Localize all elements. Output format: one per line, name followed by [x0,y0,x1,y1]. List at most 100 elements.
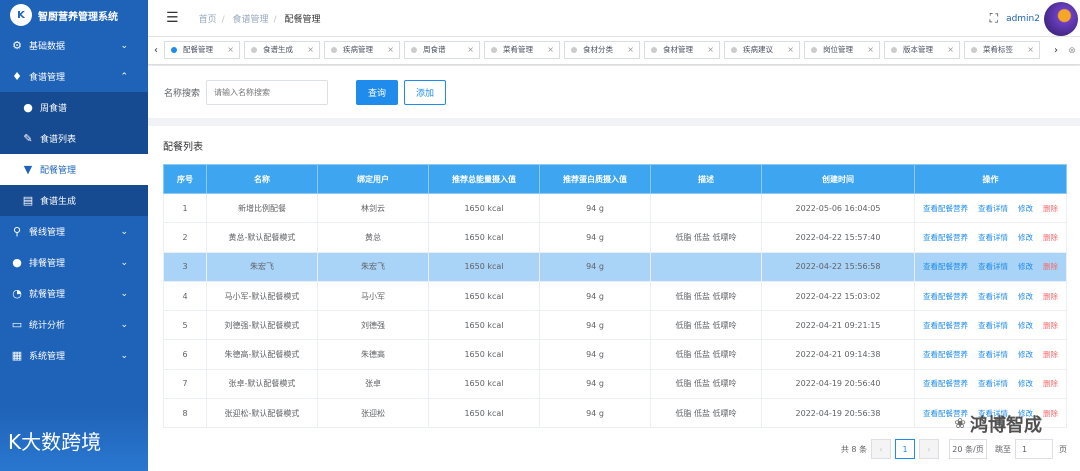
edit-link[interactable]: 修改 [1018,320,1033,331]
close-icon[interactable]: × [547,45,554,54]
table-row[interactable]: 8 张迎松-默认配餐模式 张迎松 1650 kcal 94 g 低脂 低盐 低嘌呤 2022… [163,398,1067,429]
close-icon[interactable]: × [707,45,714,54]
tag-dot [331,46,337,53]
sidebar-item-label: 系统管理 [29,352,66,362]
sidebar-item[interactable]: ♦ 食谱管理 ⌃ [0,61,148,92]
page-size-select[interactable]: 20 条/页 [949,439,987,459]
view-nutrition-link[interactable]: 查看配餐营养 [923,232,968,243]
sidebar-item[interactable]: ▼ 配餐管理 [0,154,148,185]
edit-link[interactable]: 修改 [1018,203,1033,214]
view-nutrition-link[interactable]: 查看配餐营养 [923,378,968,389]
tab-tag[interactable]: 版本管理 × [884,40,960,59]
tab-tag[interactable]: 疾病管理 × [324,40,400,59]
sidebar-item[interactable]: ● 周食谱 [0,92,148,123]
delete-link[interactable]: 删除 [1043,261,1058,272]
view-nutrition-link[interactable]: 查看配餐营养 [923,261,968,272]
close-icon[interactable]: × [787,45,794,54]
sidebar-item[interactable]: ✎ 食谱列表 [0,123,148,154]
tab-tag[interactable]: 菜肴管理 × [484,40,560,59]
view-detail-link[interactable]: 查看详情 [978,232,1008,243]
delete-link[interactable]: 删除 [1043,232,1058,243]
edit-link[interactable]: 修改 [1018,349,1033,360]
tab-tag[interactable]: 周食谱 × [404,40,480,59]
sidebar-item[interactable]: ▤ 食谱生成 [0,185,148,216]
search-input[interactable] [206,79,329,105]
table-row[interactable]: 1 新增比例配餐 林剑云 1650 kcal 94 g 2022-05-06 16:04:… [163,192,1067,224]
tab-tag[interactable]: 配餐管理 × [164,40,240,59]
view-detail-link[interactable]: 查看详情 [978,349,1008,360]
sidebar-item[interactable]: ◔ 就餐管理 ⌄ [0,278,148,309]
sidebar-item[interactable]: ▭ 统计分析 ⌄ [0,309,148,340]
delete-link[interactable]: 删除 [1043,349,1058,360]
cell-name: 朱德高-默认配餐模式 [206,339,318,370]
view-nutrition-link[interactable]: 查看配餐营养 [923,203,968,214]
fullscreen-icon[interactable]: ⛶ [990,11,998,26]
tab-tag[interactable]: 疾病建议 × [724,40,800,59]
circle-icon: ● [12,256,22,269]
cell-energy: 1650 kcal [428,251,540,282]
avatar[interactable] [1044,1,1078,36]
close-icon[interactable]: × [1027,45,1034,54]
page-number[interactable]: 1 [895,439,915,459]
tab-tag[interactable]: 食材分类 × [564,40,640,59]
submenu-recipe: ● 周食谱 ✎ 食谱列表 ▼ 配餐管理 ▤ 食谱生成 [0,92,148,216]
view-detail-link[interactable]: 查看详情 [978,261,1008,272]
close-icon[interactable]: × [627,45,634,54]
close-icon[interactable]: × [947,45,954,54]
table-row[interactable]: 5 刘德强-默认配餐模式 刘德强 1650 kcal 94 g 低脂 低盐 低嘌呤 2022… [163,310,1067,341]
prev-page-icon[interactable]: ‹ [871,439,891,459]
sidebar-item[interactable]: ⚙ 基础数据 ⌄ [0,30,148,61]
delete-link[interactable]: 删除 [1043,203,1058,214]
delete-link[interactable]: 删除 [1043,378,1058,389]
tab-tag[interactable]: 岗位管理 × [804,40,880,59]
view-detail-link[interactable]: 查看详情 [978,203,1008,214]
table-row[interactable]: 4 马小军-默认配餐模式 马小军 1650 kcal 94 g 低脂 低盐 低嘌呤 2022… [163,280,1067,312]
breadcrumb-recipe[interactable]: 食谱管理 [233,15,269,25]
view-detail-link[interactable]: 查看详情 [978,320,1008,331]
cell-desc: 低脂 低盐 低嘌呤 [650,339,762,370]
next-page-icon[interactable]: › [919,439,939,459]
table-row[interactable]: 2 黄总-默认配餐模式 黄总 1650 kcal 94 g 低脂 低盐 低嘌呤 2022-0… [163,222,1067,253]
edit-link[interactable]: 修改 [1018,378,1033,389]
table-row[interactable]: 3 朱宏飞 朱宏飞 1650 kcal 94 g 2022-04-22 15:56:58 查… [163,251,1067,282]
view-detail-link[interactable]: 查看详情 [978,378,1008,389]
edit-link[interactable]: 修改 [1018,291,1033,302]
tags-left-arrow-icon[interactable]: ‹ [148,45,164,56]
hamburger-icon[interactable]: ☰ [166,10,179,26]
goto-input[interactable]: 1 [1015,439,1053,459]
view-nutrition-link[interactable]: 查看配餐营养 [923,349,968,360]
view-detail-link[interactable]: 查看详情 [978,291,1008,302]
sidebar-item-label: 就餐管理 [29,290,66,300]
edit-link[interactable]: 修改 [1018,232,1033,243]
delete-link[interactable]: 删除 [1043,291,1058,302]
close-icon[interactable]: × [227,45,234,54]
query-button[interactable]: 查询 [356,79,399,105]
tags-right-arrow-icon[interactable]: › [1048,45,1064,56]
tag-label: 食谱生成 [263,45,293,54]
delete-link[interactable]: 删除 [1043,408,1058,419]
close-icon[interactable]: × [387,45,394,54]
add-button[interactable]: 添加 [404,79,447,105]
sidebar-item[interactable]: ▦ 系统管理 ⌄ [0,340,148,371]
cell-time: 2022-04-19 20:56:38 [761,398,915,429]
sidebar-item[interactable]: ● 排餐管理 ⌄ [0,247,148,278]
breadcrumb-home[interactable]: 首页 [199,15,217,25]
username[interactable]: admin2 [1006,14,1040,24]
view-nutrition-link[interactable]: 查看配餐营养 [923,291,968,302]
close-all-icon[interactable]: ⊗ [1064,46,1080,56]
close-icon[interactable]: × [307,45,314,54]
table-row[interactable]: 6 朱德高-默认配餐模式 朱德高 1650 kcal 94 g 低脂 低盐 低嘌呤 2022… [163,339,1067,370]
edit-link[interactable]: 修改 [1018,261,1033,272]
delete-link[interactable]: 删除 [1043,320,1058,331]
tab-tag[interactable]: 菜肴标签 × [964,40,1040,59]
tab-tag[interactable]: 食谱生成 × [244,40,320,59]
app-title: 智厨营养管理系统 [38,11,118,23]
view-nutrition-link[interactable]: 查看配餐营养 [923,320,968,331]
cell-protein: 94 g [539,368,651,400]
close-icon[interactable]: × [467,45,474,54]
tab-tag[interactable]: 食材管理 × [644,40,720,59]
cell-time: 2022-04-22 15:03:02 [761,280,915,312]
table-row[interactable]: 7 张卓-默认配餐模式 张卓 1650 kcal 94 g 低脂 低盐 低嘌呤 2022-0… [163,368,1067,400]
sidebar-item[interactable]: ⚲ 餐线管理 ⌄ [0,216,148,247]
close-icon[interactable]: × [867,45,874,54]
